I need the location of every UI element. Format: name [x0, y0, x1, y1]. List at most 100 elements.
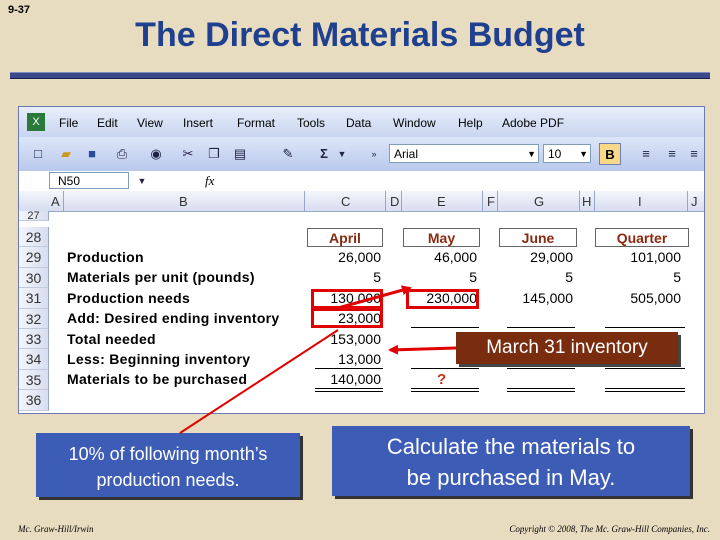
label-production-needs[interactable]: Production needs — [67, 290, 190, 306]
format-painter-icon[interactable]: ✎ — [279, 145, 297, 163]
ten-percent-line-1: 10% of following month’s — [68, 444, 268, 464]
cell-april-materials-to-be-purchased[interactable]: 140,000 — [307, 371, 381, 387]
align-left-icon[interactable]: ≡ — [637, 145, 655, 163]
underline — [507, 327, 575, 328]
double-underline — [411, 388, 479, 392]
align-right-icon[interactable]: ≡ — [685, 145, 703, 163]
column-header-i[interactable]: I — [638, 194, 642, 209]
bold-button[interactable]: B — [599, 143, 621, 165]
column-headers: A B C D E F G H I J — [19, 191, 704, 212]
chevron-down-icon[interactable]: ▼ — [527, 145, 536, 164]
header-april[interactable]: April — [307, 228, 383, 247]
excel-doc-icon[interactable]: X — [27, 113, 45, 131]
toolbar: □ ▰ ■ ⎙ ◉ ✂ ❐ ▤ ✎ Σ ▼ » Arial ▼ 10 ▼ B ≡… — [19, 137, 704, 172]
sum-dropdown-icon[interactable]: ▼ — [333, 145, 351, 163]
label-materials-to-be-purchased[interactable]: Materials to be purchased — [67, 371, 247, 387]
cell-quarter-production-needs[interactable]: 505,000 — [595, 290, 681, 306]
march-inventory-text: March 31 inventory — [486, 337, 648, 358]
sum-icon[interactable]: Σ — [315, 145, 333, 163]
column-header-a[interactable]: A — [51, 194, 60, 209]
underline — [605, 368, 685, 369]
row-header-31[interactable]: 31 — [19, 288, 49, 309]
preview-icon[interactable]: ◉ — [147, 145, 165, 163]
menu-adobe-pdf[interactable]: Adobe PDF — [502, 116, 564, 130]
formula-bar: N50 ▼ fx — [19, 171, 704, 192]
cell-quarter-production[interactable]: 101,000 — [595, 249, 681, 265]
cell-june-production[interactable]: 29,000 — [499, 249, 573, 265]
row-header-30[interactable]: 30 — [19, 267, 49, 289]
menu-format[interactable]: Format — [237, 116, 275, 130]
row-header-27[interactable]: 27 — [19, 211, 49, 221]
label-production[interactable]: Production — [67, 249, 144, 265]
title-divider — [10, 72, 710, 79]
footer-copyright: Copyright © 2008, The Mc. Graw-Hill Comp… — [509, 524, 710, 534]
label-total-needed[interactable]: Total needed — [67, 331, 156, 347]
paste-icon[interactable]: ▤ — [231, 145, 249, 163]
menu-help[interactable]: Help — [458, 116, 483, 130]
menu-view[interactable]: View — [137, 116, 163, 130]
menu-data[interactable]: Data — [346, 116, 371, 130]
footer-publisher: Mc. Graw-Hill/Irwin — [18, 524, 94, 534]
cell-april-materials-per-unit[interactable]: 5 — [307, 269, 381, 285]
label-beginning-inventory[interactable]: Less: Beginning inventory — [67, 351, 250, 367]
header-quarter[interactable]: Quarter — [595, 228, 689, 247]
align-center-icon[interactable]: ≡ — [663, 145, 681, 163]
underline — [315, 368, 383, 369]
calculate-line-2: be purchased in May. — [406, 465, 616, 490]
cell-april-beginning-inventory[interactable]: 13,000 — [307, 351, 381, 367]
fx-icon[interactable]: fx — [205, 173, 214, 189]
march-inventory-callout: March 31 inventory — [456, 332, 678, 364]
highlight-may-production-needs — [406, 289, 479, 309]
font-size-field[interactable]: 10 ▼ — [543, 144, 591, 163]
cell-april-production[interactable]: 26,000 — [307, 249, 381, 265]
cell-quarter-materials-per-unit[interactable]: 5 — [595, 269, 681, 285]
label-desired-ending-inventory[interactable]: Add: Desired ending inventory — [67, 310, 280, 326]
cut-icon[interactable]: ✂ — [179, 145, 197, 163]
row-header-32[interactable]: 32 — [19, 308, 49, 329]
column-header-h[interactable]: H — [582, 194, 591, 209]
row-header-29[interactable]: 29 — [19, 247, 49, 268]
copy-icon[interactable]: ❐ — [205, 145, 223, 163]
toolbar-options-icon[interactable]: » — [365, 145, 383, 163]
chevron-down-icon[interactable]: ▼ — [579, 145, 588, 164]
column-header-j[interactable]: J — [691, 194, 698, 209]
name-box-dropdown-icon[interactable]: ▼ — [133, 172, 151, 190]
header-june[interactable]: June — [499, 228, 577, 247]
font-size-value: 10 — [548, 147, 562, 161]
label-materials-per-unit[interactable]: Materials per unit (pounds) — [67, 269, 255, 285]
double-underline — [605, 388, 685, 392]
cell-june-materials-per-unit[interactable]: 5 — [499, 269, 573, 285]
menu-insert[interactable]: Insert — [183, 116, 213, 130]
cell-may-production[interactable]: 46,000 — [403, 249, 477, 265]
font-name-field[interactable]: Arial ▼ — [389, 144, 539, 163]
row-header-33[interactable]: 33 — [19, 329, 49, 350]
cell-june-production-needs[interactable]: 145,000 — [499, 290, 573, 306]
column-header-c[interactable]: C — [341, 194, 350, 209]
menu-edit[interactable]: Edit — [97, 116, 118, 130]
ten-percent-line-2: production needs. — [96, 470, 240, 490]
column-header-b[interactable]: B — [179, 194, 188, 209]
column-header-f[interactable]: F — [487, 194, 495, 209]
row-header-28[interactable]: 28 — [19, 227, 49, 248]
excel-window: X File Edit View Insert Format Tools Dat… — [18, 106, 705, 414]
menu-bar: X File Edit View Insert Format Tools Dat… — [19, 107, 704, 137]
column-header-g[interactable]: G — [534, 194, 544, 209]
cell-april-total-needed[interactable]: 153,000 — [307, 331, 381, 347]
menu-window[interactable]: Window — [393, 116, 436, 130]
save-icon[interactable]: ■ — [83, 145, 101, 163]
open-icon[interactable]: ▰ — [57, 145, 75, 163]
menu-file[interactable]: File — [59, 116, 78, 130]
header-may[interactable]: May — [403, 228, 480, 247]
cell-may-materials-per-unit[interactable]: 5 — [403, 269, 477, 285]
column-header-e[interactable]: E — [437, 194, 446, 209]
name-box[interactable]: N50 — [49, 172, 129, 189]
row-header-35[interactable]: 35 — [19, 369, 49, 391]
row-header-34[interactable]: 34 — [19, 349, 49, 370]
font-name-value: Arial — [394, 147, 419, 161]
print-icon[interactable]: ⎙ — [113, 145, 131, 163]
new-icon[interactable]: □ — [29, 145, 47, 163]
menu-tools[interactable]: Tools — [297, 116, 325, 130]
column-header-d[interactable]: D — [390, 194, 399, 209]
calculate-callout: Calculate the materials to be purchased … — [332, 426, 690, 496]
row-header-36[interactable]: 36 — [19, 390, 49, 411]
